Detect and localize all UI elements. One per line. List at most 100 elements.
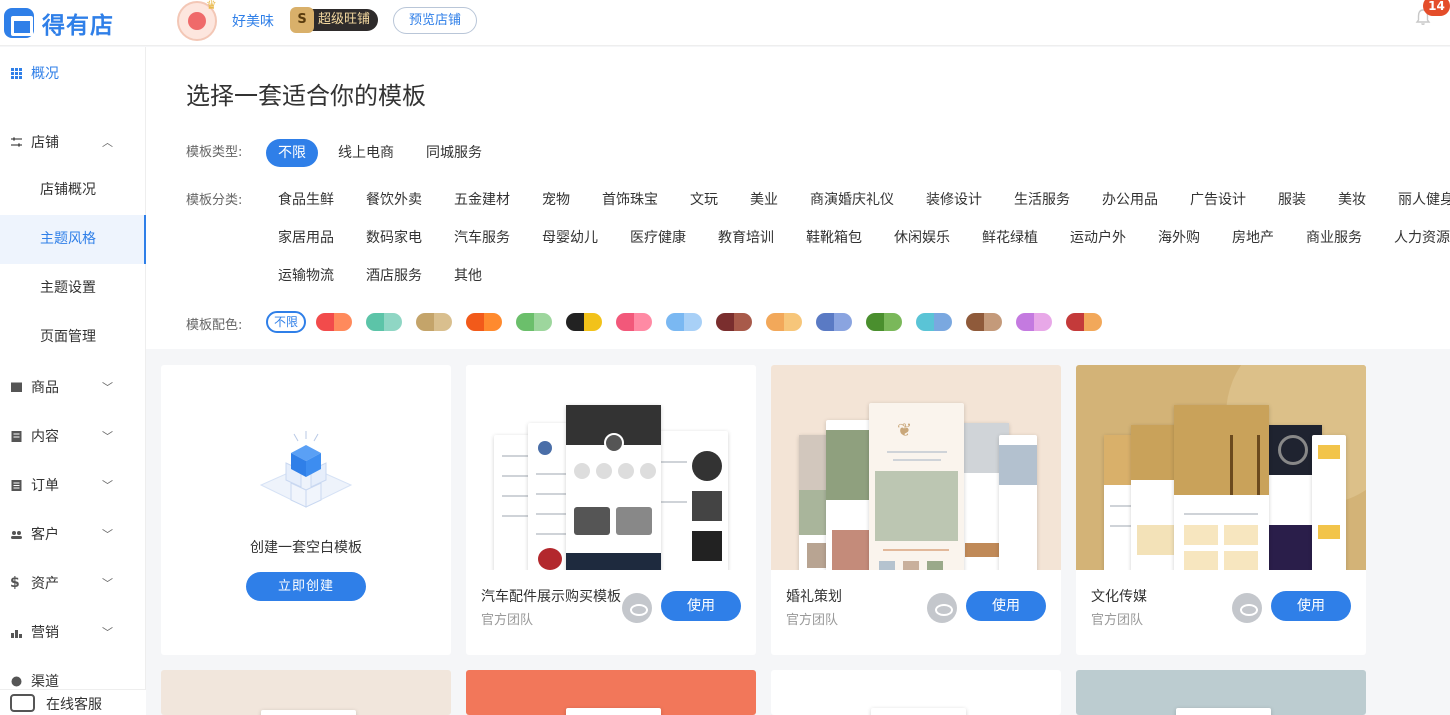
template-author: 官方团队 (1091, 613, 1144, 628)
category-option[interactable]: 生活服务 (1014, 189, 1070, 209)
sidebar-item-content[interactable]: 内容 ﹀ (0, 416, 146, 456)
category-option[interactable]: 办公用品 (1102, 189, 1158, 209)
category-option[interactable]: 教育培训 (718, 227, 774, 247)
type-tab-local[interactable]: 同城服务 (426, 139, 482, 167)
template-card-row2-2[interactable] (466, 670, 756, 715)
preview-eye-icon[interactable] (927, 593, 957, 623)
category-option[interactable]: 食品生鲜 (278, 189, 334, 209)
category-option[interactable]: 服装 (1278, 189, 1306, 209)
color-swatch[interactable] (816, 313, 852, 331)
category-option[interactable]: 装修设计 (926, 189, 982, 209)
swatch-color-half (1084, 313, 1102, 331)
color-swatch[interactable] (466, 313, 502, 331)
template-thumbnail[interactable] (1076, 365, 1366, 570)
color-swatch[interactable] (716, 313, 752, 331)
sidebar-subitem-store-overview[interactable]: 店铺概况 (0, 166, 146, 215)
color-swatch[interactable] (316, 313, 352, 331)
category-option[interactable]: 首饰珠宝 (602, 189, 658, 209)
swatch-color-half (566, 313, 584, 331)
sidebar-item-assets[interactable]: $ 资产 ﹀ (0, 563, 146, 603)
template-title: 文化传媒 (1091, 589, 1147, 605)
category-option[interactable]: 房地产 (1232, 227, 1274, 247)
type-tab-all[interactable]: 不限 (266, 139, 318, 167)
phone-preview (1312, 435, 1346, 570)
sidebar-item-store[interactable]: 店铺 ︿ (0, 122, 146, 162)
category-option[interactable]: 文玩 (690, 189, 718, 209)
color-swatch[interactable] (1016, 313, 1052, 331)
color-swatch[interactable] (766, 313, 802, 331)
color-swatch[interactable] (366, 313, 402, 331)
template-thumbnail[interactable]: ❦ (771, 365, 1061, 570)
category-option[interactable]: 汽车服务 (454, 227, 510, 247)
swatch-color-half (666, 313, 684, 331)
chevron-down-icon: ﹀ (102, 626, 113, 639)
template-card-culture-media[interactable]: 文化传媒 官方团队 使用 (1076, 365, 1366, 655)
sidebar-item-overview[interactable]: 概况 (0, 53, 146, 93)
category-option[interactable]: 其他 (454, 265, 482, 285)
category-option[interactable]: 丽人健身 (1398, 189, 1450, 209)
category-option[interactable]: 鞋靴箱包 (806, 227, 862, 247)
category-option[interactable]: 餐饮外卖 (366, 189, 422, 209)
template-card-row2-4[interactable] (1076, 670, 1366, 715)
color-swatch[interactable] (566, 313, 602, 331)
color-swatch[interactable] (616, 313, 652, 331)
category-option[interactable]: 宠物 (542, 189, 570, 209)
type-tab-online[interactable]: 线上电商 (338, 139, 394, 167)
category-option[interactable]: 家居用品 (278, 227, 334, 247)
notification-badge[interactable]: 14 (1423, 0, 1450, 16)
page-title: 选择一套适合你的模板 (186, 82, 426, 110)
category-option[interactable]: 医疗健康 (630, 227, 686, 247)
color-swatch[interactable] (666, 313, 702, 331)
category-option[interactable]: 海外购 (1158, 227, 1200, 247)
category-option[interactable]: 数码家电 (366, 227, 422, 247)
category-option[interactable]: 母婴幼儿 (542, 227, 598, 247)
preview-store-button[interactable]: 预览店铺 (393, 7, 478, 34)
color-swatch[interactable] (516, 313, 552, 331)
color-swatch-none[interactable]: 不限 (266, 311, 306, 333)
color-swatch[interactable] (916, 313, 952, 331)
sidebar-item-customers[interactable]: 客户 ﹀ (0, 514, 146, 554)
use-template-button[interactable]: 使用 (1271, 591, 1351, 621)
use-template-button[interactable]: 使用 (966, 591, 1046, 621)
category-option[interactable]: 美妆 (1338, 189, 1366, 209)
sidebar-subitem-theme-style[interactable]: 主题风格 (0, 215, 146, 264)
sidebar-subitem-page-management[interactable]: 页面管理 (0, 313, 146, 362)
template-card-auto-parts[interactable]: 汽车配件展示购买模板 官方团队 使用 (466, 365, 756, 655)
template-card-wedding[interactable]: ❦ 婚礼策划 官方团队 使用 (771, 365, 1061, 655)
top-bar: 得有店 ♛ 好美味 S 超级旺铺 预览店铺 14 (0, 0, 1450, 46)
category-option[interactable]: 酒店服务 (366, 265, 422, 285)
create-now-button[interactable]: 立即创建 (246, 572, 366, 601)
template-card-row2-3[interactable] (771, 670, 1061, 715)
shop-name[interactable]: 好美味 (232, 11, 274, 31)
category-option[interactable]: 五金建材 (454, 189, 510, 209)
category-option[interactable]: 鲜花绿植 (982, 227, 1038, 247)
category-option[interactable]: 运动户外 (1070, 227, 1126, 247)
preview-eye-icon[interactable] (1232, 593, 1262, 623)
sidebar-item-marketing[interactable]: 营销 ﹀ (0, 612, 146, 652)
color-swatch[interactable] (966, 313, 1002, 331)
sidebar-item-products[interactable]: 商品 ﹀ (0, 367, 146, 407)
category-option[interactable]: 人力资源 (1394, 227, 1450, 247)
category-option[interactable]: 美业 (750, 189, 778, 209)
color-swatch[interactable] (416, 313, 452, 331)
category-option[interactable]: 运输物流 (278, 265, 334, 285)
use-template-button[interactable]: 使用 (661, 591, 741, 621)
category-option[interactable]: 广告设计 (1190, 189, 1246, 209)
category-option[interactable]: 商业服务 (1306, 227, 1362, 247)
preview-eye-icon[interactable] (622, 593, 652, 623)
chevron-down-icon: ﹀ (102, 381, 113, 394)
template-thumbnail[interactable] (466, 365, 756, 570)
category-option[interactable]: 休闲娱乐 (894, 227, 950, 247)
sidebar-item-orders[interactable]: 订单 ﹀ (0, 465, 146, 505)
app-logo[interactable]: 得有店 (4, 6, 114, 40)
color-swatch[interactable] (1066, 313, 1102, 331)
blank-template-card[interactable]: 创建一套空白模板 立即创建 (161, 365, 451, 655)
color-swatch[interactable] (866, 313, 902, 331)
category-option[interactable]: 商演婚庆礼仪 (810, 189, 894, 209)
cube-icon (259, 431, 353, 508)
sliders-icon (11, 137, 22, 146)
sidebar-subitem-theme-settings[interactable]: 主题设置 (0, 264, 146, 313)
swatch-color-half (434, 313, 452, 331)
template-card-row2-1[interactable] (161, 670, 451, 715)
online-support-button[interactable]: 在线客服 (0, 689, 146, 715)
